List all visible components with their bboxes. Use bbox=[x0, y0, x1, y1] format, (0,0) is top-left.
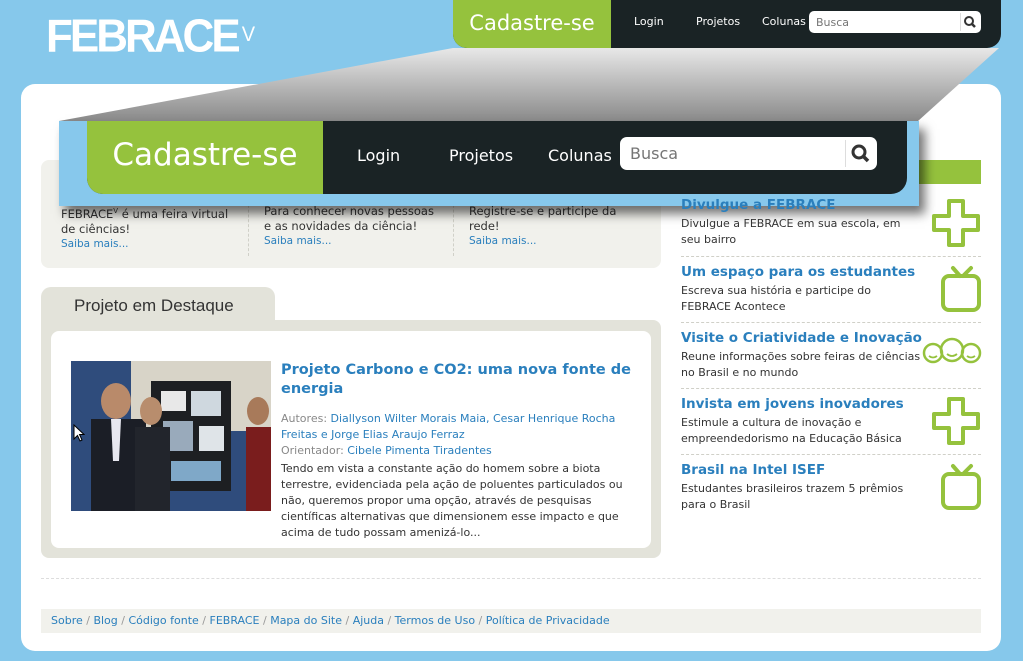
feature-1: FEBRACEV é uma feira virtual de ciências… bbox=[61, 206, 229, 252]
featured-box: Projeto Carbono e CO2: uma nova fonte de… bbox=[41, 320, 661, 558]
nav-colunas[interactable]: Colunas bbox=[762, 15, 806, 28]
mouse-cursor-icon bbox=[73, 424, 85, 442]
zoom-nav-login[interactable]: Login bbox=[357, 146, 400, 165]
footer-link-febrace[interactable]: FEBRACE bbox=[210, 614, 260, 627]
advisor-label: Orientador: bbox=[281, 444, 344, 457]
nav-projetos[interactable]: Projetos bbox=[696, 15, 740, 28]
footer-link-ajuda[interactable]: Ajuda bbox=[353, 614, 384, 627]
feature-3: Registre-se e participe da rede! Saiba m… bbox=[469, 204, 617, 249]
feature-divider bbox=[453, 200, 454, 256]
project-description: Tendo em vista a constante ação do homem… bbox=[281, 462, 623, 539]
footer-link-sobre[interactable]: Sobre bbox=[51, 614, 83, 627]
zoomed-navbar: Cadastre-se Login Projetos Colunas bbox=[59, 121, 919, 206]
zoom-search-input[interactable] bbox=[630, 138, 845, 168]
footer-link-mapa-do-site[interactable]: Mapa do Site bbox=[270, 614, 342, 627]
footer-link-privacidade[interactable]: Política de Privacidade bbox=[486, 614, 610, 627]
signup-button[interactable]: Cadastre-se bbox=[453, 0, 611, 48]
top-navbar: Cadastre-se Login Projetos Colunas bbox=[453, 0, 1001, 48]
project-title-link[interactable]: Projeto Carbono e CO2: uma nova fonte de… bbox=[281, 361, 641, 399]
zoom-signup-button[interactable]: Cadastre-se bbox=[87, 121, 323, 194]
feature-2-more-link[interactable]: Saiba mais... bbox=[264, 234, 434, 249]
search-box bbox=[809, 11, 981, 33]
search-button[interactable] bbox=[960, 13, 978, 31]
search-input[interactable] bbox=[816, 12, 961, 33]
sidebar-item-intel-isef[interactable]: Brasil na Intel ISEF Estudantes brasilei… bbox=[681, 461, 981, 515]
search-icon bbox=[851, 144, 870, 163]
tv-icon bbox=[941, 464, 981, 510]
zoom-nav-colunas[interactable]: Colunas bbox=[548, 146, 612, 165]
zoom-nav-projetos[interactable]: Projetos bbox=[449, 146, 513, 165]
footer-links: Sobre / Blog / Código fonte / FEBRACE / … bbox=[41, 609, 981, 633]
search-icon bbox=[964, 16, 976, 28]
plus-icon bbox=[932, 397, 980, 445]
project-meta: Autores: Diallyson Wilter Morais Maia, C… bbox=[281, 411, 641, 459]
logo-sup: V bbox=[241, 23, 256, 47]
nav-login[interactable]: Login bbox=[634, 15, 664, 28]
feature-2: Para conhecer novas pessoas e as novidad… bbox=[264, 204, 434, 249]
feature-3-more-link[interactable]: Saiba mais... bbox=[469, 234, 616, 249]
authors-link[interactable]: Diallyson Wilter Morais Maia, Cesar Henr… bbox=[281, 412, 615, 441]
footer-link-codigo-fonte[interactable]: Código fonte bbox=[128, 614, 198, 627]
footer-link-termos[interactable]: Termos de Uso bbox=[395, 614, 475, 627]
footer-link-blog[interactable]: Blog bbox=[93, 614, 117, 627]
advisor-link[interactable]: Cibele Pimenta Tiradentes bbox=[347, 444, 492, 457]
sidebar-item-estudantes[interactable]: Um espaço para os estudantes Escreva sua… bbox=[681, 263, 981, 323]
zoom-wedge bbox=[59, 48, 999, 121]
feature-divider bbox=[248, 200, 249, 256]
project-photo[interactable] bbox=[71, 361, 271, 511]
footer-divider bbox=[41, 578, 981, 579]
tv-icon bbox=[941, 266, 981, 312]
zoom-search-button[interactable] bbox=[845, 140, 873, 167]
sidebar-header bbox=[917, 160, 981, 184]
zoom-search-box bbox=[620, 137, 877, 170]
plus-icon bbox=[932, 199, 980, 247]
feature-1-more-link[interactable]: Saiba mais... bbox=[61, 237, 228, 252]
authors-label: Autores: bbox=[281, 412, 328, 425]
people-icon bbox=[922, 337, 982, 364]
